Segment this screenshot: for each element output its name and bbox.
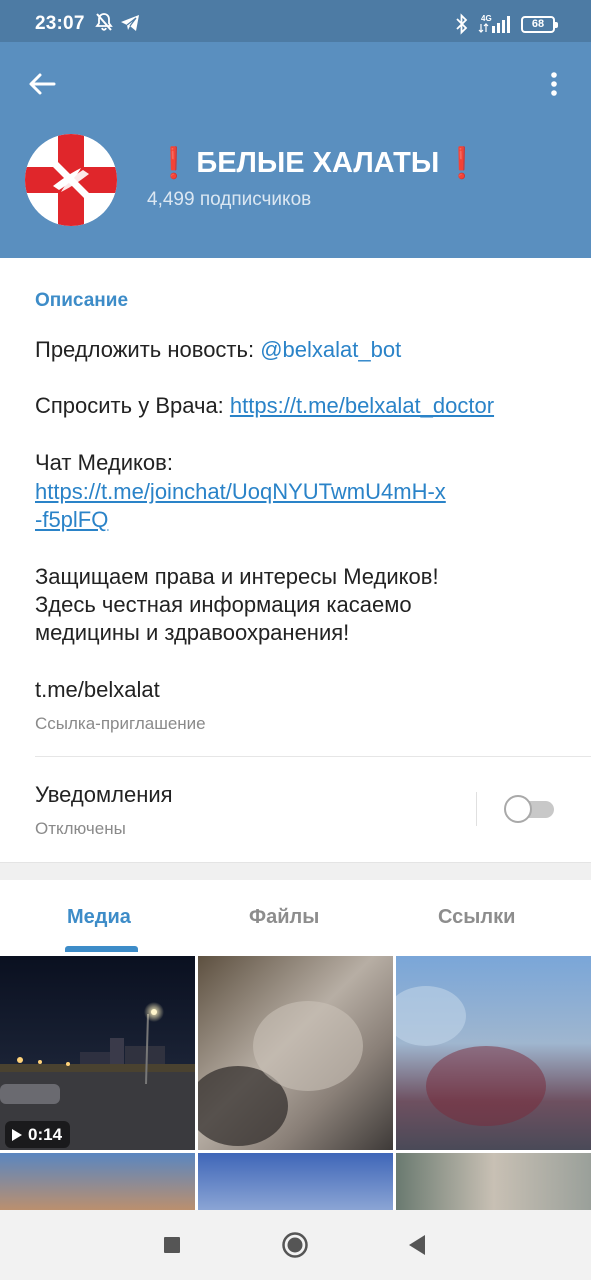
- tab-links[interactable]: Ссылки: [438, 906, 515, 929]
- suggest-news-label: Предложить новость:: [35, 337, 261, 362]
- home-circle-icon: [282, 1232, 308, 1258]
- battery-indicator: 68: [521, 16, 558, 33]
- media-photo-thumbnail[interactable]: [198, 956, 393, 1150]
- about-line-1: Защищаем права и интересы Медиков!: [35, 564, 439, 589]
- section-gap: [0, 862, 591, 880]
- media-video-thumbnail[interactable]: 0:14: [0, 956, 195, 1150]
- chat-label: Чат Медиков:: [35, 450, 173, 475]
- doctor-link[interactable]: https://t.me/belxalat_doctor: [230, 393, 494, 418]
- media-photo-thumbnail[interactable]: [396, 1153, 591, 1210]
- exclamation-icon: ❗: [443, 147, 481, 180]
- bot-mention-link[interactable]: @belxalat_bot: [260, 337, 401, 362]
- media-tabs: Медиа Файлы Ссылки: [0, 880, 591, 954]
- more-options-button[interactable]: [540, 64, 568, 104]
- arrow-left-icon: [29, 73, 56, 95]
- video-duration-badge: 0:14: [5, 1121, 71, 1148]
- bell-off-icon: [94, 12, 114, 37]
- chat-link-line-2[interactable]: -f5plFQ: [35, 507, 108, 532]
- media-photo-thumbnail[interactable]: [0, 1153, 195, 1210]
- channel-title: ❗ БЕЛЫЕ ХАЛАТЫ ❗: [155, 146, 481, 181]
- tab-media[interactable]: Медиа: [67, 906, 131, 929]
- signal-icon: 4G: [478, 13, 514, 40]
- bluetooth-icon: [455, 13, 469, 40]
- telegram-icon: [120, 14, 140, 37]
- blurred-photo-image: [396, 1153, 591, 1210]
- blurred-photo-image: [396, 956, 591, 1150]
- red-cross-logo-icon: [25, 134, 117, 226]
- blurred-photo-image: [198, 1153, 393, 1210]
- notifications-status: Отключены: [35, 819, 126, 838]
- svg-text:4G: 4G: [481, 14, 492, 23]
- system-nav-bar: [0, 1210, 591, 1280]
- suggest-news-line: Предложить новость: @belxalat_bot: [35, 336, 401, 364]
- description-heading: Описание: [35, 290, 129, 311]
- back-button[interactable]: [22, 64, 62, 104]
- tab-files[interactable]: Файлы: [249, 906, 319, 929]
- vertical-separator: [476, 792, 477, 826]
- more-vertical-icon: [551, 72, 557, 96]
- invite-link[interactable]: t.me/belxalat: [35, 676, 160, 704]
- blurred-photo-image: [198, 956, 393, 1150]
- about-line-2: Здесь честная информация касаемо: [35, 592, 412, 617]
- play-icon: [12, 1128, 22, 1141]
- notifications-toggle[interactable]: [504, 795, 556, 823]
- media-grid: 0:14: [0, 954, 591, 1210]
- channel-header: ❗ БЕЛЫЕ ХАЛАТЫ ❗ 4,499 подписчиков: [0, 42, 591, 258]
- status-time: 23:07: [35, 13, 85, 34]
- subscriber-count: 4,499 подписчиков: [147, 189, 312, 210]
- exclamation-icon: ❗: [155, 147, 193, 180]
- channel-title-text: БЕЛЫЕ ХАЛАТЫ: [196, 147, 440, 179]
- ask-doctor-line: Спросить у Врача: https://t.me/belxalat_…: [35, 392, 494, 420]
- ask-doctor-label: Спросить у Врача:: [35, 393, 230, 418]
- about-line-3: медицины и здравоохранения!: [35, 620, 350, 645]
- invite-link-label: Ссылка-приглашение: [35, 714, 206, 733]
- home-button[interactable]: [278, 1228, 312, 1262]
- channel-info: Описание Предложить новость: @belxalat_b…: [0, 258, 591, 862]
- video-duration: 0:14: [28, 1124, 63, 1144]
- status-bar: 23:07 4G 68: [0, 0, 591, 42]
- recents-square-icon: [164, 1237, 180, 1253]
- recents-button[interactable]: [155, 1228, 189, 1262]
- divider: [35, 756, 591, 757]
- about-text: Защищаем права и интересы Медиков! Здесь…: [35, 563, 439, 647]
- channel-avatar[interactable]: [25, 134, 117, 226]
- back-triangle-icon: [409, 1235, 425, 1255]
- toggle-knob: [504, 795, 532, 823]
- chat-link[interactable]: https://t.me/joinchat/UoqNYUTwmU4mH-x -f…: [35, 478, 446, 534]
- chat-link-line-1[interactable]: https://t.me/joinchat/UoqNYUTwmU4mH-x: [35, 479, 446, 504]
- media-photo-thumbnail[interactable]: [198, 1153, 393, 1210]
- media-photo-thumbnail[interactable]: [396, 956, 591, 1150]
- active-tab-indicator: [65, 946, 138, 952]
- notifications-title: Уведомления: [35, 782, 173, 807]
- back-nav-button[interactable]: [400, 1228, 434, 1262]
- blurred-photo-image: [0, 1153, 195, 1210]
